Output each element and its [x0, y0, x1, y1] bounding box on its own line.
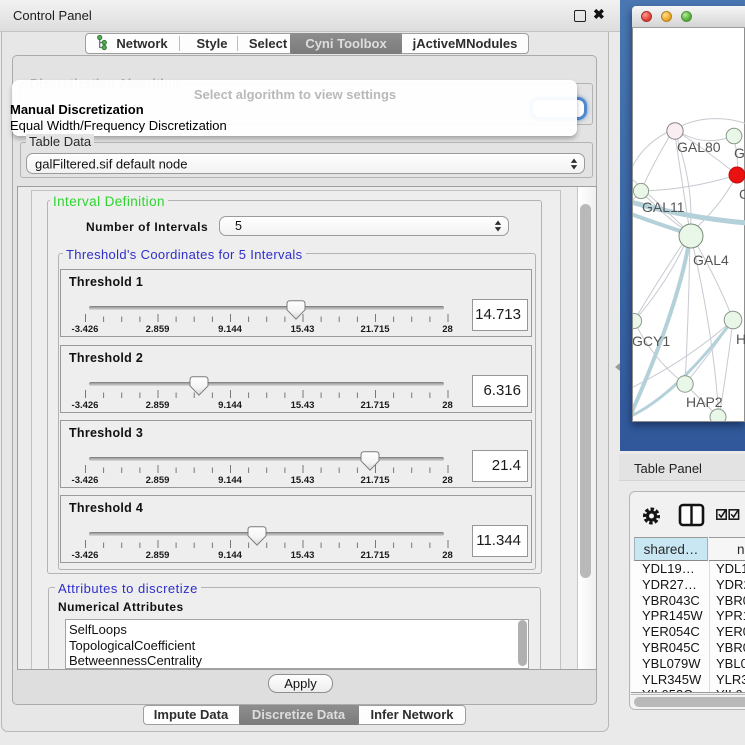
- svg-text:GAL80: GAL80: [677, 139, 721, 155]
- svg-text:GA: GA: [734, 145, 745, 161]
- svg-text:GCY1: GCY1: [633, 333, 670, 349]
- svg-text:H: H: [736, 331, 745, 347]
- svg-text:GAL4: GAL4: [693, 252, 729, 268]
- svg-text:GAL11: GAL11: [642, 199, 685, 215]
- svg-text:C: C: [739, 186, 745, 202]
- svg-text:HAP2: HAP2: [686, 394, 723, 410]
